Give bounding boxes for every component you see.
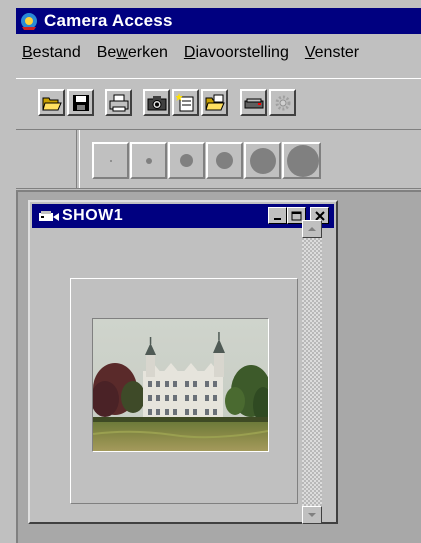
brush-dot-icon [145,157,152,164]
camera-icon [147,95,166,110]
show-window-titlebar[interactable]: SHOW1 [32,204,334,228]
menu-bewerken[interactable]: Bewerken [97,44,168,62]
open-show-button[interactable] [201,89,228,116]
brush-size-medium[interactable] [168,142,205,179]
brush-dot-icon [249,147,276,174]
minimize-icon [273,217,281,220]
show-window-content [32,230,334,520]
settings-button[interactable] [269,89,296,116]
menu-bestand[interactable]: Bestand [22,44,81,62]
brush-dot-icon [109,159,112,162]
camera-access-app-icon[interactable] [20,12,38,30]
brush-size-small[interactable] [130,142,167,179]
down-arrow-icon [308,513,316,517]
show-window: SHOW1 [28,200,338,524]
save-disk-icon [72,94,89,111]
castle-photo-image [93,319,268,451]
close-icon [314,210,325,221]
brush-toolbar [16,130,421,189]
open-folder-icon [41,97,62,110]
title-bar[interactable]: Camera Access [16,8,421,34]
menu-diavoorstelling[interactable]: Diavoorstelling [184,44,289,62]
open-button[interactable] [38,89,65,116]
brush-dot-icon [180,154,193,167]
print-button[interactable] [105,89,132,116]
brush-size-medium-large[interactable] [206,142,243,179]
save-button[interactable] [67,89,94,116]
minimize-button[interactable] [268,207,287,224]
app-window: Camera Access Bestand Bewerken Diavoorst… [0,0,421,543]
app-title: Camera Access [44,11,173,30]
scroll-up-button[interactable] [302,220,322,238]
brush-size-large[interactable] [244,142,281,179]
scroll-down-button[interactable] [302,506,322,524]
slide-frame[interactable] [70,278,298,504]
brush-dot-icon [216,152,233,169]
scanner-button[interactable] [240,89,267,116]
toolbar-separator [76,130,80,188]
brush-dot-icon [287,144,319,177]
print-icon [109,94,128,111]
slideshow-icon[interactable] [38,208,60,224]
menu-venster[interactable]: Venster [305,44,359,62]
vertical-scrollbar[interactable] [302,220,322,524]
brush-size-tiny[interactable] [92,142,129,179]
camera-button[interactable] [143,89,170,116]
settings-icon [275,95,290,110]
scanner-icon [244,98,263,108]
main-toolbar [16,78,421,130]
brush-size-extra-large[interactable] [282,142,321,179]
open-show-icon [204,94,225,110]
menu-bar: Bestand Bewerken Diavoorstelling Venster [16,38,421,68]
castle-photo[interactable] [92,318,269,452]
new-slide-button[interactable] [172,89,199,116]
up-arrow-icon [308,227,316,231]
show-window-title: SHOW1 [62,207,124,224]
new-slide-icon [175,92,193,111]
maximize-icon [291,211,302,220]
